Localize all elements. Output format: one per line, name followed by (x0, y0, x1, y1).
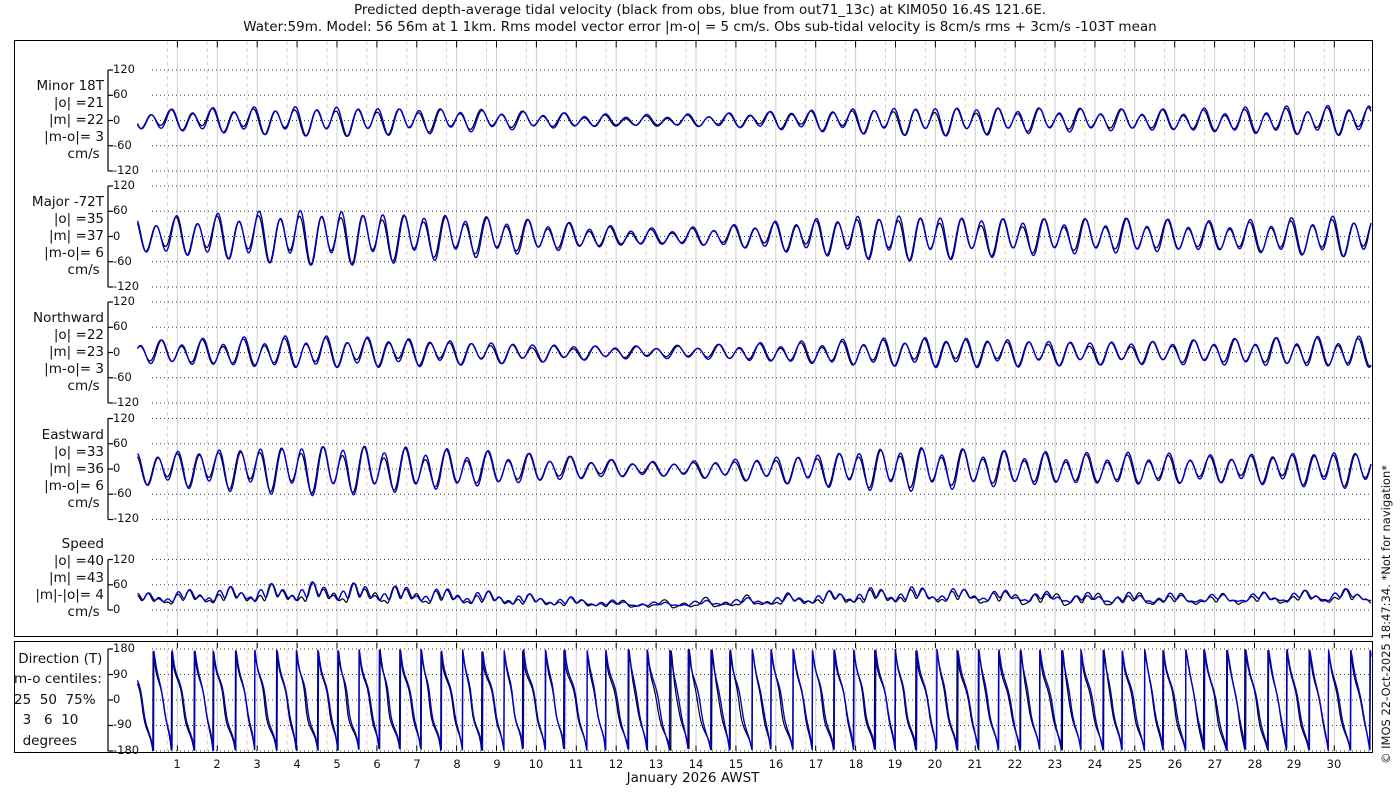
x-tick-label: 8 (453, 757, 461, 771)
panel-label-major: Major -72T |o| =35 |m| =37 |m-o|= 6 cm/s (31, 194, 104, 278)
chart-canvas (107, 41, 1372, 752)
x-tick-label: 23 (1047, 757, 1063, 771)
panel-label-direction: Direction (T) m-o centiles: 25 50 75% 3 … (14, 650, 103, 749)
y-tick-label: 120 (113, 411, 135, 425)
y-tick-label: -120 (113, 511, 140, 525)
x-tick-label: 21 (967, 757, 983, 771)
x-tick-label: 7 (413, 757, 421, 771)
x-tick-label: 6 (373, 757, 381, 771)
x-tick-label: 13 (648, 757, 664, 771)
x-tick-label: 18 (848, 757, 864, 771)
watermark-text: © IMOS 22-Oct-2025 18:47:34. *Not for na… (1379, 465, 1393, 764)
y-tick-label: 120 (113, 62, 135, 76)
x-tick-label: 14 (688, 757, 704, 771)
x-tick-label: 1 (173, 757, 181, 771)
y-tick-label: -60 (113, 486, 132, 500)
x-tick-label: 12 (608, 757, 624, 771)
y-tick-label: -60 (113, 138, 132, 152)
x-tick-label: 15 (728, 757, 744, 771)
y-tick-label: 60 (113, 577, 128, 591)
x-tick-label: 27 (1207, 757, 1223, 771)
x-tick-label: 19 (887, 757, 903, 771)
y-tick-label: 120 (113, 294, 135, 308)
y-tick-label: 120 (113, 552, 135, 566)
x-tick-label: 16 (768, 757, 784, 771)
y-tick-label: 0 (113, 229, 121, 243)
panel-label-minor: Minor 18T |o| =21 |m| =22 |m-o|= 3 cm/s (36, 78, 104, 162)
panel-label-eastward: Eastward |o| =33 |m| =36 |m-o|= 6 cm/s (41, 426, 104, 511)
x-tick-label: 30 (1326, 757, 1342, 771)
y-tick-label: -60 (113, 370, 132, 384)
x-tick-label: 2 (213, 757, 221, 771)
y-tick-label: 60 (113, 87, 128, 101)
y-tick-label: 0 (113, 345, 121, 359)
y-tick-label: -120 (113, 163, 140, 177)
y-tick-label: 60 (113, 436, 128, 450)
x-tick-label: 29 (1286, 757, 1302, 771)
x-tick-label: 9 (493, 757, 501, 771)
y-tick-label: 0 (113, 602, 121, 616)
x-tick-label: 25 (1127, 757, 1143, 771)
x-tick-label: 10 (528, 757, 544, 771)
x-tick-label: 22 (1007, 757, 1023, 771)
x-axis-label: January 2026 AWST (626, 770, 760, 786)
x-tick-label: 11 (568, 757, 584, 771)
x-tick-label: 17 (808, 757, 824, 771)
x-tick-label: 26 (1167, 757, 1183, 771)
x-tick-label: 28 (1247, 757, 1263, 771)
y-tick-label: -120 (113, 279, 140, 293)
x-tick-label: 4 (293, 757, 301, 771)
y-tick-label: -120 (113, 395, 140, 409)
y-tick-label: 60 (113, 319, 128, 333)
y-tick-label: 0 (113, 461, 121, 475)
x-tick-label: 20 (927, 757, 943, 771)
x-tick-label: 24 (1087, 757, 1103, 771)
y-tick-label: 120 (113, 178, 135, 192)
y-tick-label: 60 (113, 203, 128, 217)
y-tick-label: 0 (113, 113, 121, 127)
x-tick-label: 3 (253, 757, 261, 771)
panel-label-northward: Northward |o| =22 |m| =23 |m-o|= 3 cm/s (33, 310, 104, 394)
y-tick-label: -60 (113, 254, 132, 268)
panel-label-speed: Speed |o| =40 |m| =43 |m|-|o|= 4 cm/s (35, 535, 104, 620)
x-tick-label: 5 (333, 757, 341, 771)
